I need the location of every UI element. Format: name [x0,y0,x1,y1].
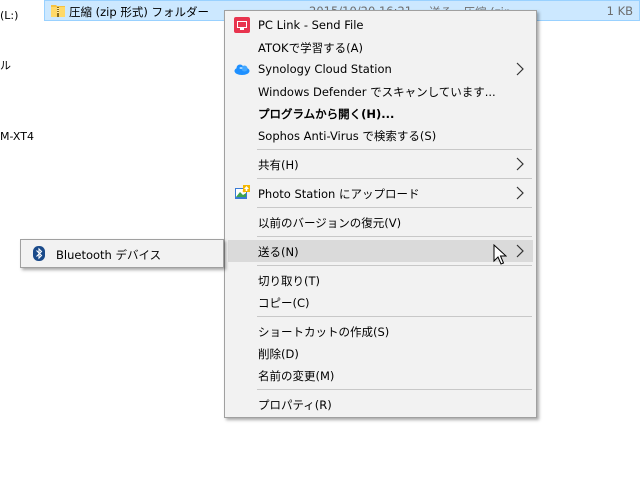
left-pane-fragment: ル [0,59,11,72]
mouse-cursor-icon [493,243,508,266]
menu-separator [257,149,532,150]
menu-item-label: Sophos Anti-Virus で検索する(S) [258,129,437,143]
menu-item-cut[interactable]: 切り取り(T) [228,269,533,291]
cloud-icon [234,61,250,77]
menu-item-restore-previous[interactable]: 以前のバージョンの復元(V) [228,211,533,233]
menu-separator [257,236,532,237]
menu-item-label: Synology Cloud Station [258,62,392,76]
menu-item-rename[interactable]: 名前の変更(M) [228,364,533,386]
photo-station-icon [234,185,250,201]
file-name: 圧縮 (zip 形式) フォルダー [69,5,209,19]
menu-item-atok[interactable]: ATOKで学習する(A) [228,36,533,58]
menu-item-label: 切り取り(T) [258,274,320,288]
menu-item-send-to[interactable]: 送る(N) [228,240,533,262]
left-pane-fragment: (L:) [0,9,19,22]
send-to-submenu: Bluetooth デバイス [20,239,224,268]
pc-link-icon [234,17,250,33]
menu-separator [257,389,532,390]
menu-item-pc-link[interactable]: PC Link - Send File [228,14,533,36]
menu-item-label: 送る(N) [258,245,299,259]
menu-item-label: 共有(H) [258,158,299,172]
menu-item-share[interactable]: 共有(H) [228,153,533,175]
menu-item-create-shortcut[interactable]: ショートカットの作成(S) [228,320,533,342]
menu-item-label: Windows Defender でスキャンしています... [258,85,496,99]
menu-item-label: プログラムから開く(H)... [258,107,395,121]
menu-item-synology[interactable]: Synology Cloud Station [228,58,533,80]
chevron-right-icon [515,62,525,76]
menu-item-label: Photo Station にアップロード [258,187,420,201]
menu-item-copy[interactable]: コピー(C) [228,291,533,313]
menu-separator [257,207,532,208]
submenu-item-label: Bluetooth デバイス [56,248,162,262]
menu-separator [257,316,532,317]
context-menu: PC Link - Send File ATOKで学習する(A) Synolog… [224,10,537,418]
menu-item-label: ショートカットの作成(S) [258,325,390,339]
menu-item-label: 削除(D) [258,347,299,361]
menu-item-properties[interactable]: プロパティ(R) [228,393,533,415]
menu-separator [257,178,532,179]
menu-item-sophos[interactable]: Sophos Anti-Virus で検索する(S) [228,124,533,146]
chevron-right-icon [515,186,525,200]
menu-item-label: ATOKで学習する(A) [258,41,363,55]
zip-folder-icon [51,4,65,17]
menu-item-label: 以前のバージョンの復元(V) [258,216,402,230]
menu-item-open-with[interactable]: プログラムから開く(H)... [228,102,533,124]
menu-item-defender[interactable]: Windows Defender でスキャンしています... [228,80,533,102]
menu-item-delete[interactable]: 削除(D) [228,342,533,364]
chevron-right-icon [515,157,525,171]
left-pane-fragment: M-XT4 [0,130,34,143]
menu-separator [257,265,532,266]
menu-item-label: PC Link - Send File [258,18,364,32]
chevron-right-icon [515,244,525,258]
submenu-item-bluetooth[interactable]: Bluetooth デバイス [24,243,220,264]
menu-item-photo-station[interactable]: Photo Station にアップロード [228,182,533,204]
menu-item-label: プロパティ(R) [258,398,332,412]
file-size: 1 KB [606,4,633,18]
bluetooth-icon [33,246,45,261]
menu-item-label: 名前の変更(M) [258,369,335,383]
menu-item-label: コピー(C) [258,296,310,310]
